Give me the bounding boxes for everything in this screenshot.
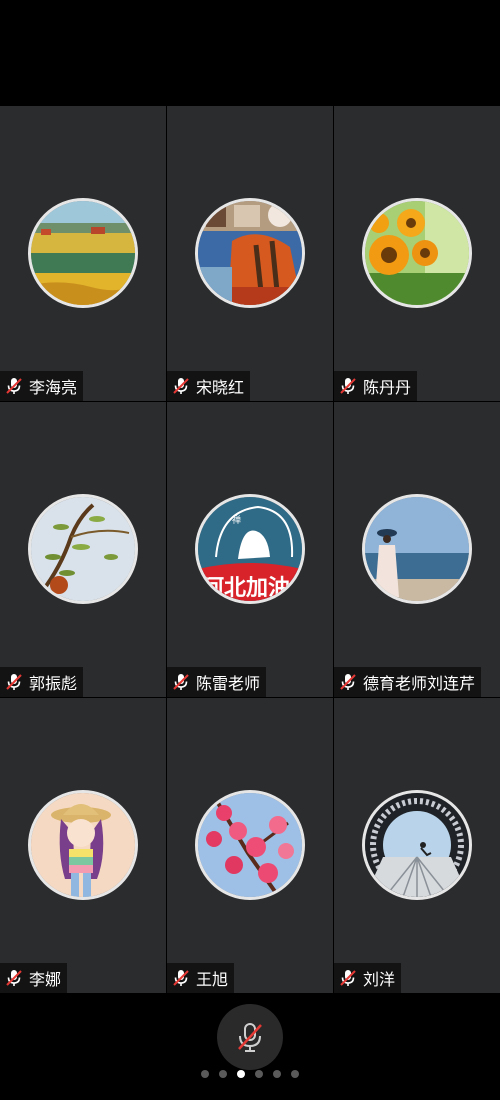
participant-name: 李海亮 bbox=[29, 378, 78, 397]
participant-tile[interactable]: 宋晓红 bbox=[167, 106, 333, 401]
participant-name: 王旭 bbox=[196, 970, 229, 989]
willow-branch-image bbox=[31, 497, 135, 601]
participant-tile[interactable]: 禅 河北加油 陈雷老师 bbox=[167, 402, 333, 697]
pier-tunnel-image bbox=[365, 793, 469, 897]
logo-text: 河北加油 bbox=[202, 576, 290, 601]
bottom-control-bar bbox=[0, 994, 500, 1100]
avatar-pier-tunnel bbox=[362, 790, 472, 900]
avatar-wheat-field bbox=[28, 198, 138, 308]
hebei-jiayou-logo-image: 禅 河北加油 bbox=[198, 497, 302, 601]
microphone-muted-icon bbox=[338, 672, 358, 692]
nameplate: 陈丹丹 bbox=[334, 371, 418, 401]
participant-tile[interactable]: 刘洋 bbox=[334, 698, 500, 993]
avatar-sunflowers bbox=[362, 198, 472, 308]
page-dot[interactable] bbox=[255, 1070, 263, 1078]
nameplate: 郭振彪 bbox=[0, 667, 84, 697]
pink-blossoms-image bbox=[198, 793, 302, 897]
microphone-muted-icon bbox=[338, 376, 358, 396]
page-indicator bbox=[0, 1070, 500, 1080]
participant-name: 德育老师刘连芹 bbox=[363, 674, 476, 693]
participant-grid: 李海亮 宋晓红 陈丹丹 郭振彪 禅 河北加油 陈雷老师 德育老师刘连芹 李娜 王… bbox=[0, 106, 500, 994]
cartoon-girl-image bbox=[31, 793, 135, 897]
microphone-muted-icon bbox=[171, 376, 191, 396]
participant-name: 陈丹丹 bbox=[363, 378, 412, 397]
avatar-autumn-collage bbox=[195, 198, 305, 308]
nameplate: 李海亮 bbox=[0, 371, 84, 401]
page-dot[interactable] bbox=[201, 1070, 209, 1078]
logo-small-text: 禅 bbox=[232, 514, 241, 526]
nameplate: 刘洋 bbox=[334, 963, 402, 993]
page-dot[interactable] bbox=[291, 1070, 299, 1078]
wheat-field-painting-image bbox=[31, 201, 135, 305]
participant-tile[interactable]: 德育老师刘连芹 bbox=[334, 402, 500, 697]
meeting-screen: 李海亮 宋晓红 陈丹丹 郭振彪 禅 河北加油 陈雷老师 德育老师刘连芹 李娜 王… bbox=[0, 0, 500, 1100]
participant-tile[interactable]: 王旭 bbox=[167, 698, 333, 993]
participant-name: 李娜 bbox=[29, 970, 62, 989]
participant-name: 陈雷老师 bbox=[196, 674, 261, 693]
page-dot[interactable] bbox=[273, 1070, 281, 1078]
seaside-woman-image bbox=[365, 497, 469, 601]
mute-toggle-button[interactable] bbox=[217, 1004, 283, 1070]
avatar-cartoon-girl bbox=[28, 790, 138, 900]
sunflowers-image bbox=[365, 201, 469, 305]
microphone-muted-icon bbox=[238, 1023, 262, 1052]
avatar-pink-blossoms bbox=[195, 790, 305, 900]
participant-name: 郭振彪 bbox=[29, 674, 78, 693]
participant-name: 宋晓红 bbox=[196, 378, 245, 397]
nameplate: 宋晓红 bbox=[167, 371, 251, 401]
nameplate: 陈雷老师 bbox=[167, 667, 267, 697]
participant-tile[interactable]: 郭振彪 bbox=[0, 402, 166, 697]
participant-name: 刘洋 bbox=[363, 970, 396, 989]
microphone-muted-icon bbox=[4, 968, 24, 988]
microphone-muted-icon bbox=[338, 968, 358, 988]
page-dot[interactable] bbox=[219, 1070, 227, 1078]
participant-tile[interactable]: 陈丹丹 bbox=[334, 106, 500, 401]
autumn-collage-image bbox=[198, 201, 302, 305]
avatar-hebei-logo: 禅 河北加油 bbox=[195, 494, 305, 604]
participant-tile[interactable]: 李娜 bbox=[0, 698, 166, 993]
microphone-muted-icon bbox=[171, 968, 191, 988]
avatar-seaside-woman bbox=[362, 494, 472, 604]
page-dot-current[interactable] bbox=[237, 1070, 245, 1078]
avatar-willow-branch bbox=[28, 494, 138, 604]
microphone-muted-icon bbox=[171, 672, 191, 692]
microphone-muted-icon bbox=[4, 376, 24, 396]
nameplate: 李娜 bbox=[0, 963, 68, 993]
nameplate: 王旭 bbox=[167, 963, 235, 993]
microphone-muted-icon bbox=[4, 672, 24, 692]
participant-tile[interactable]: 李海亮 bbox=[0, 106, 166, 401]
nameplate: 德育老师刘连芹 bbox=[334, 667, 482, 697]
